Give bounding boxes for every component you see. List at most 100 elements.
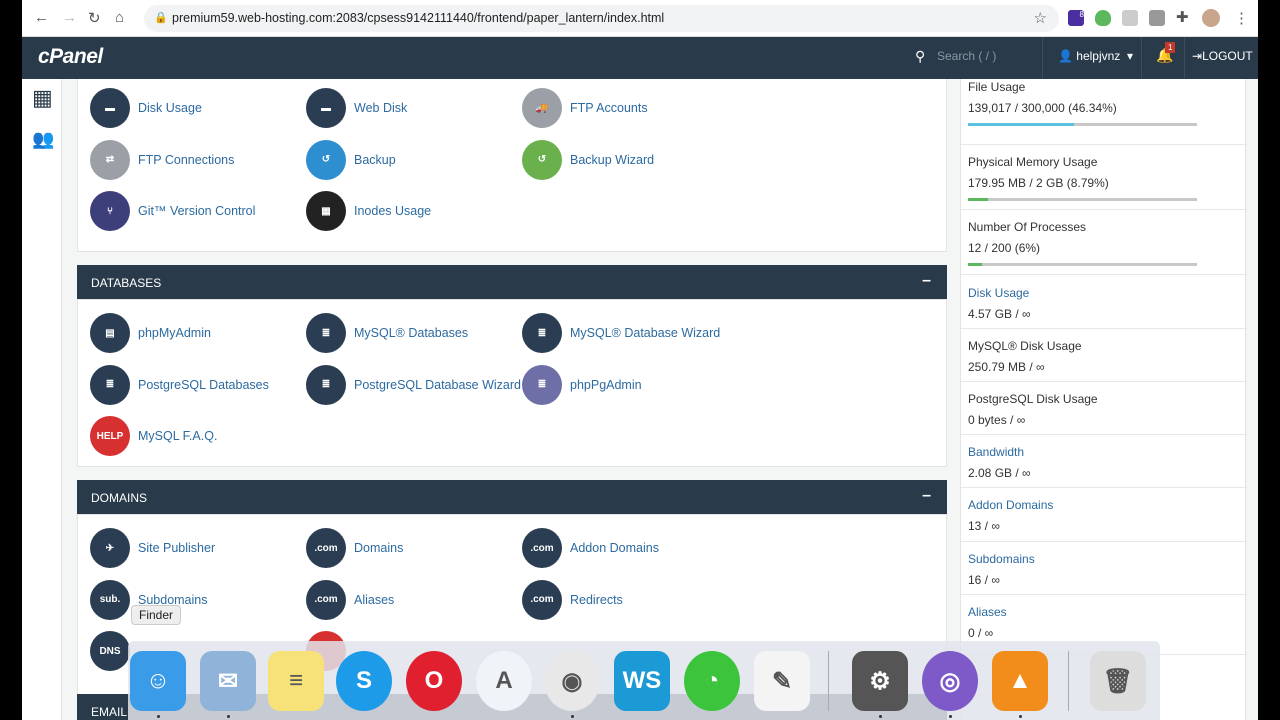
tool-label[interactable]: Addon Domains	[570, 541, 659, 555]
databases-header[interactable]: DATABASES –	[77, 265, 947, 299]
search-input[interactable]: Search ( / )	[937, 49, 996, 63]
dock-app-whatsapp[interactable]: ◔	[684, 651, 740, 711]
tool-label[interactable]: Disk Usage	[138, 101, 202, 115]
notification-badge: 1	[1165, 42, 1176, 53]
tool-item[interactable]: .com Aliases	[306, 579, 394, 620]
tool-item[interactable]: ⑂ Git™ Version Control	[90, 191, 255, 231]
tool-icon: sub.	[90, 579, 130, 620]
dock-app-chrome[interactable]: ◉	[544, 651, 600, 711]
extension-icon[interactable]	[1122, 10, 1138, 26]
tool-label[interactable]: Redirects	[570, 593, 623, 607]
usage-bar-fill	[968, 263, 982, 266]
users-icon[interactable]: 👥	[32, 129, 54, 150]
grid-icon[interactable]: ▦	[32, 85, 53, 111]
tool-item[interactable]: .com Redirects	[522, 579, 623, 620]
tool-label[interactable]: PostgreSQL Database Wizard	[354, 378, 521, 392]
tool-item[interactable]: ≣ PostgreSQL Database Wizard	[306, 364, 521, 405]
stat-label[interactable]: Aliases	[968, 605, 1247, 619]
tool-item[interactable]: ↺ Backup Wizard	[522, 139, 654, 180]
dock-app-system-preferences[interactable]: ⚙	[852, 651, 908, 711]
tool-label[interactable]: MySQL F.A.Q.	[138, 429, 217, 443]
shield-extension-icon[interactable]	[1095, 10, 1111, 26]
tool-label[interactable]: FTP Accounts	[570, 101, 648, 115]
dock-app-vlc[interactable]: ▲	[992, 651, 1048, 711]
tool-label[interactable]: phpPgAdmin	[570, 378, 642, 392]
tool-item[interactable]: ≣ MySQL® Databases	[306, 313, 468, 353]
dock-app-skype[interactable]: S	[336, 651, 392, 711]
dock-app-bittorrent[interactable]: ◎	[922, 651, 978, 711]
tool-icon: ▦	[306, 191, 346, 231]
tool-item[interactable]: HELP MySQL F.A.Q.	[90, 416, 217, 456]
tool-icon: ▬	[90, 88, 130, 128]
tool-icon: ✈	[90, 528, 130, 568]
tool-item[interactable]: ▦ Inodes Usage	[306, 191, 431, 231]
tool-icon: ⇄	[90, 139, 130, 180]
tool-item[interactable]: ▤ phpMyAdmin	[90, 313, 211, 353]
tool-icon: ▤	[90, 313, 130, 353]
dock-app-textedit[interactable]: ✎	[754, 651, 810, 711]
dock-app-webstorm[interactable]: WS	[614, 651, 670, 711]
user-menu[interactable]: 👤 helpjvnz ▾	[1058, 49, 1133, 63]
tool-item[interactable]: ⇄ FTP Connections	[90, 139, 234, 180]
tool-label[interactable]: Site Publisher	[138, 541, 215, 555]
dock-app-android-studio[interactable]: A	[476, 651, 532, 711]
cpanel-logo[interactable]: cPanel	[38, 45, 103, 69]
tool-item[interactable]: ↺ Backup	[306, 139, 396, 180]
tool-label[interactable]: phpMyAdmin	[138, 326, 211, 340]
tool-label[interactable]: Backup	[354, 153, 396, 167]
tool-label[interactable]: Web Disk	[354, 101, 407, 115]
tool-label[interactable]: PostgreSQL Databases	[138, 378, 269, 392]
tool-item[interactable]: ✈ Site Publisher	[90, 528, 215, 568]
tool-item[interactable]: ≣ PostgreSQL Databases	[90, 364, 269, 405]
running-indicator	[1019, 715, 1022, 718]
tool-item[interactable]: ≣ MySQL® Database Wizard	[522, 313, 720, 353]
tool-label[interactable]: Inodes Usage	[354, 204, 431, 218]
tool-item[interactable]: ▬ Disk Usage	[90, 88, 202, 128]
tool-icon: ≣	[306, 313, 346, 353]
stat-item: Addon Domains 13 / ∞	[961, 488, 1247, 542]
stat-label[interactable]: Addon Domains	[968, 498, 1247, 512]
search-icon: ⚲	[915, 48, 926, 64]
tool-label[interactable]: Aliases	[354, 593, 394, 607]
domains-header[interactable]: DOMAINS –	[77, 480, 947, 514]
bookmark-star-icon[interactable]: ☆	[1034, 9, 1047, 27]
reload-icon[interactable]: ↻	[88, 9, 101, 27]
stat-value: 2.08 GB / ∞	[968, 466, 1031, 480]
dock-app-mail[interactable]: ✉	[200, 651, 256, 711]
forward-icon[interactable]: →	[62, 9, 77, 26]
dock-app-trash[interactable]: 🗑	[1090, 651, 1146, 711]
dock-separator	[828, 651, 829, 711]
home-icon[interactable]: ⌂	[115, 9, 124, 26]
tool-icon: ≣	[306, 364, 346, 405]
tool-item[interactable]: ▬ Web Disk	[306, 88, 407, 128]
back-icon[interactable]: ←	[34, 9, 49, 26]
puzzle-icon[interactable]: ✚	[1176, 8, 1189, 26]
collapse-icon: –	[922, 272, 931, 289]
stat-item: Subdomains 16 / ∞	[961, 542, 1247, 595]
menu-icon[interactable]: ⋮	[1234, 9, 1249, 27]
extension-icon[interactable]: 8	[1068, 10, 1084, 26]
stat-label[interactable]: Disk Usage	[968, 286, 1247, 300]
tool-item[interactable]: ≣ phpPgAdmin	[522, 364, 642, 405]
tool-item[interactable]: .com Addon Domains	[522, 528, 659, 568]
tool-label[interactable]: Domains	[354, 541, 403, 555]
tool-item[interactable]: 🚚 FTP Accounts	[522, 88, 648, 128]
tool-label[interactable]: MySQL® Database Wizard	[570, 326, 720, 340]
tool-label[interactable]: Backup Wizard	[570, 153, 654, 167]
tool-label[interactable]: FTP Connections	[138, 153, 234, 167]
tool-icon: .com	[306, 528, 346, 568]
stat-value: 12 / 200 (6%)	[968, 241, 1041, 255]
stat-label[interactable]: Subdomains	[968, 552, 1247, 566]
tool-item[interactable]: .com Domains	[306, 528, 403, 568]
tool-label[interactable]: MySQL® Databases	[354, 326, 468, 340]
address-bar[interactable]: 🔒 premium59.web-hosting.com:2083/cpsess9…	[144, 5, 1059, 32]
stat-item: File Usage 139,017 / 300,000 (46.34%)	[961, 80, 1247, 145]
download-extension-icon[interactable]	[1149, 10, 1165, 26]
stat-label[interactable]: Bandwidth	[968, 445, 1247, 459]
dock-app-notes[interactable]: ≡	[268, 651, 324, 711]
tool-label[interactable]: Git™ Version Control	[138, 204, 255, 218]
dock-app-finder[interactable]: ☺	[130, 651, 186, 711]
profile-avatar[interactable]	[1202, 9, 1220, 27]
logout-button[interactable]: ⇥LOGOUT	[1192, 49, 1253, 63]
dock-app-opera[interactable]: O	[406, 651, 462, 711]
